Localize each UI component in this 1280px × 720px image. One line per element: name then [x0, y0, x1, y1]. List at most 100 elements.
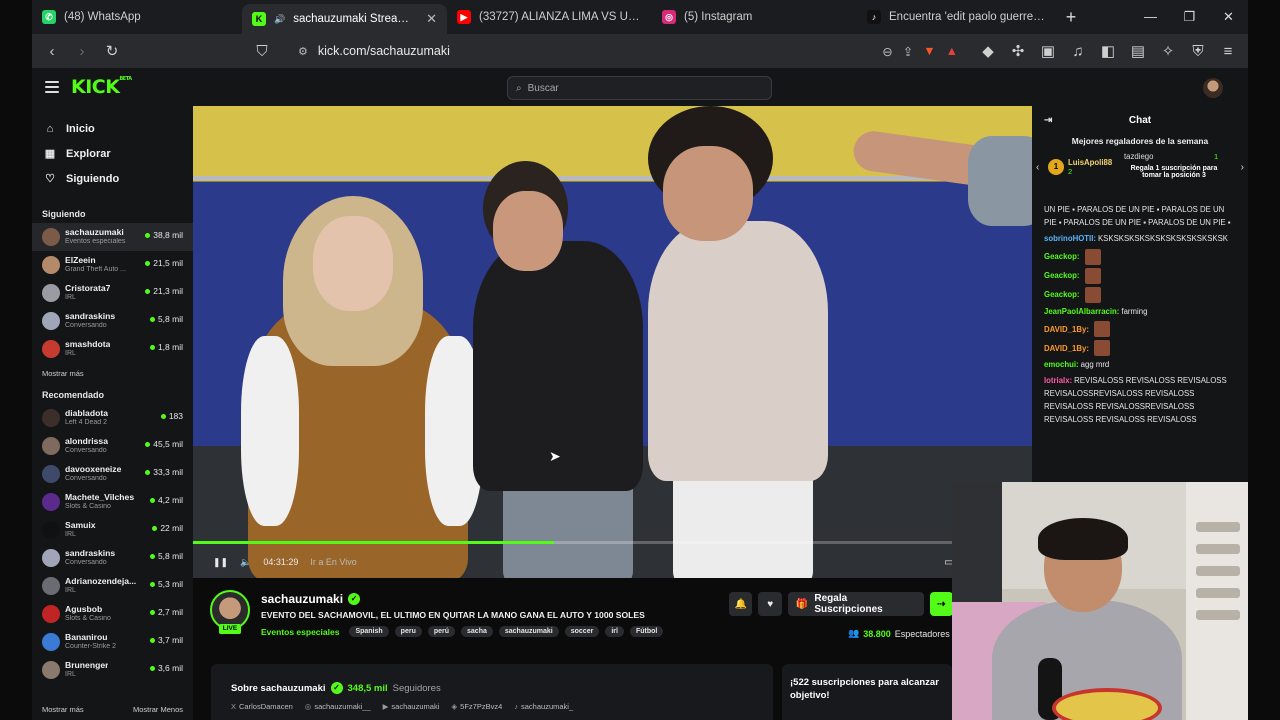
channel-item[interactable]: Adrianozendeja... IRL 5,3 mil — [32, 572, 193, 600]
channel-item[interactable]: ElZeein Grand Theft Auto ... 21,5 mil — [32, 251, 193, 279]
viewer-count-text: 2,7 mil — [157, 607, 183, 617]
new-tab-button[interactable]: + — [1057, 7, 1085, 28]
tab-whatsapp[interactable]: ✆ (48) WhatsApp — [32, 0, 242, 34]
gift-subs-button[interactable]: 🎁 Regala Suscripciones — [787, 592, 924, 616]
zoom-icon[interactable]: ⊖ — [882, 44, 892, 59]
sidebar-toggle-icon[interactable]: ◧ — [1096, 39, 1120, 63]
maximize-icon[interactable]: ❐ — [1170, 9, 1209, 25]
close-tab-icon[interactable]: ✕ — [426, 11, 437, 27]
share-icon[interactable]: ⇪ — [903, 44, 913, 59]
tab-kick[interactable]: K 🔊 sachauzumaki Stream - Watch ✕ — [242, 4, 447, 34]
chevron-left-icon[interactable]: ‹ — [1036, 162, 1039, 173]
show-less-link[interactable]: Mostrar Menos — [133, 705, 183, 714]
address-bar[interactable]: ⚙ kick.com/sachauzumaki ⊖ ⇪ ▼ ▲ — [288, 38, 968, 64]
pause-icon[interactable]: ❚❚ — [213, 557, 228, 568]
vpn-icon[interactable]: ⛨ — [1186, 39, 1210, 63]
leo-ai-icon[interactable]: ✧ — [1156, 39, 1180, 63]
chat-username[interactable]: Geackop: — [1044, 252, 1080, 261]
show-more-link[interactable]: Mostrar más — [42, 705, 84, 714]
brave-shield-icon[interactable]: ▼ — [923, 44, 935, 58]
chat-emote-icon — [1084, 286, 1101, 303]
social-link[interactable]: ◈ 5Fz7PzBvz4 — [451, 702, 502, 711]
social-handle: CarlosDamacen — [239, 702, 293, 711]
channel-item[interactable]: Cristorata7 IRL 21,3 mil — [32, 279, 193, 307]
video-progress-bar[interactable] — [193, 541, 1032, 544]
channel-item[interactable]: diabladota Left 4 Dead 2 183 — [32, 404, 193, 432]
channel-item[interactable]: Agusbob Slots & Casino 2,7 mil — [32, 600, 193, 628]
chat-header: ⇥ Chat — [1032, 106, 1248, 134]
forward-button[interactable]: › — [70, 39, 94, 63]
chat-username[interactable]: DAVID_1By: — [1044, 325, 1089, 334]
chat-username[interactable]: lotrialx: — [1044, 376, 1072, 385]
social-link[interactable]: ◎ sachauzumaki__ — [305, 702, 371, 711]
site-info-icon[interactable]: ⚙ — [298, 45, 308, 58]
tag-chip[interactable]: Spanish — [349, 626, 389, 637]
chat-username[interactable]: Geackop: — [1044, 271, 1080, 280]
chat-username[interactable]: JeanPaolAlbarracin: — [1044, 307, 1119, 316]
channel-item[interactable]: alondrissa Conversando 45,5 mil — [32, 432, 193, 460]
chat-username[interactable]: Geackop: — [1044, 290, 1080, 299]
show-more-link[interactable]: Mostrar más — [32, 369, 193, 378]
follow-heart-button[interactable]: ♥ — [758, 592, 782, 616]
video-person-3 — [648, 221, 828, 481]
back-button[interactable]: ‹ — [40, 39, 64, 63]
minimize-icon[interactable]: — — [1131, 9, 1170, 25]
tag-chip[interactable]: Fútbol — [629, 626, 664, 637]
channel-avatar — [42, 521, 60, 539]
music-icon[interactable]: ♫ — [1066, 39, 1090, 63]
video-player[interactable]: ➤ ❚❚ 🔈 04:31:29 Ir a En Vivo ▭ ▬ ▣ ⛶ — [193, 106, 1032, 578]
chat-username[interactable]: emochui: — [1044, 360, 1079, 369]
user-avatar[interactable] — [1203, 78, 1223, 98]
hamburger-menu-icon[interactable] — [45, 81, 59, 93]
social-link[interactable]: ▶ sachauzumaki — [383, 702, 440, 711]
tag-chip[interactable]: irl — [605, 626, 624, 637]
channel-avatar — [42, 312, 60, 330]
chat-username[interactable]: DAVID_1By: — [1044, 344, 1089, 353]
collapse-chat-icon[interactable]: ⇥ — [1044, 115, 1052, 126]
channel-item[interactable]: sandraskins Conversando 5,8 mil — [32, 307, 193, 335]
go-live-button[interactable]: Ir a En Vivo — [310, 557, 356, 567]
nav-explore[interactable]: ▦ Explorar — [32, 141, 193, 166]
tab-youtube[interactable]: ▶ (33727) ALIANZA LIMA VS UNIVERSI — [447, 0, 652, 34]
channel-name: davooxeneize — [65, 465, 122, 475]
volume-icon[interactable]: 🔈 — [240, 557, 251, 568]
puzzle-icon[interactable]: ✣ — [1006, 39, 1030, 63]
channel-item[interactable]: Bananirou Counter-Strike 2 3,7 mil — [32, 628, 193, 656]
tag-chip[interactable]: sachauzumaki — [498, 626, 559, 637]
channel-item[interactable]: davooxeneize Conversando 33,3 mil — [32, 460, 193, 488]
tag-chip[interactable]: perú — [427, 626, 456, 637]
social-link[interactable]: ♪ sachauzumaki_ — [514, 702, 573, 711]
channel-item[interactable]: sachauzumaki Eventos especiales 38,8 mil — [32, 223, 193, 251]
social-link[interactable]: X CarlosDamacen — [231, 702, 293, 711]
tag-chip[interactable]: peru — [394, 626, 422, 637]
menu-icon[interactable]: ≡ — [1216, 39, 1240, 63]
kick-logo[interactable]: KICKBETA — [71, 76, 132, 98]
channel-name[interactable]: sachauzumaki ✓ — [261, 592, 361, 606]
chat-username[interactable]: sobrinoHOTII: — [1044, 234, 1096, 243]
tab-instagram[interactable]: ◎ (5) Instagram — [652, 0, 857, 34]
channel-item[interactable]: Samuix IRL 22 mil — [32, 516, 193, 544]
tiktok-icon: ♪ — [867, 10, 881, 24]
bookmark-icon[interactable]: ⛉ — [250, 39, 274, 63]
notification-bell-button[interactable]: 🔔 — [729, 592, 753, 616]
subscribe-button[interactable]: ⇢ — [929, 592, 953, 616]
reload-button[interactable]: ↻ — [100, 39, 124, 63]
rewards-icon[interactable]: ▲ — [946, 44, 958, 58]
extension-icon[interactable]: ◆ — [976, 39, 1000, 63]
nav-following[interactable]: ♡ Siguiendo — [32, 166, 193, 191]
nav-home[interactable]: ⌂ Inicio — [32, 116, 193, 141]
channel-item[interactable]: Brunenger IRL 3,6 mil — [32, 656, 193, 684]
channel-item[interactable]: sandraskins Conversando 5,8 mil — [32, 544, 193, 572]
wallet-icon[interactable]: ▤ — [1126, 39, 1150, 63]
channel-item[interactable]: smashdota IRL 1,8 mil — [32, 335, 193, 363]
video-person-3-face — [663, 146, 753, 241]
tag-chip[interactable]: sacha — [461, 626, 493, 637]
close-window-icon[interactable]: ✕ — [1209, 9, 1248, 25]
search-input[interactable]: ⌕ Buscar — [507, 76, 772, 100]
tag-chip[interactable]: soccer — [564, 626, 600, 637]
screenshot-icon[interactable]: ▣ — [1036, 39, 1060, 63]
chevron-right-icon[interactable]: › — [1241, 162, 1244, 173]
channel-item[interactable]: Machete_Vilches Slots & Casino 4,2 mil — [32, 488, 193, 516]
stream-category[interactable]: Eventos especiales — [261, 627, 339, 637]
tab-tiktok[interactable]: ♪ Encuentra 'edit paolo guerrero' en Ti — [857, 0, 1057, 34]
